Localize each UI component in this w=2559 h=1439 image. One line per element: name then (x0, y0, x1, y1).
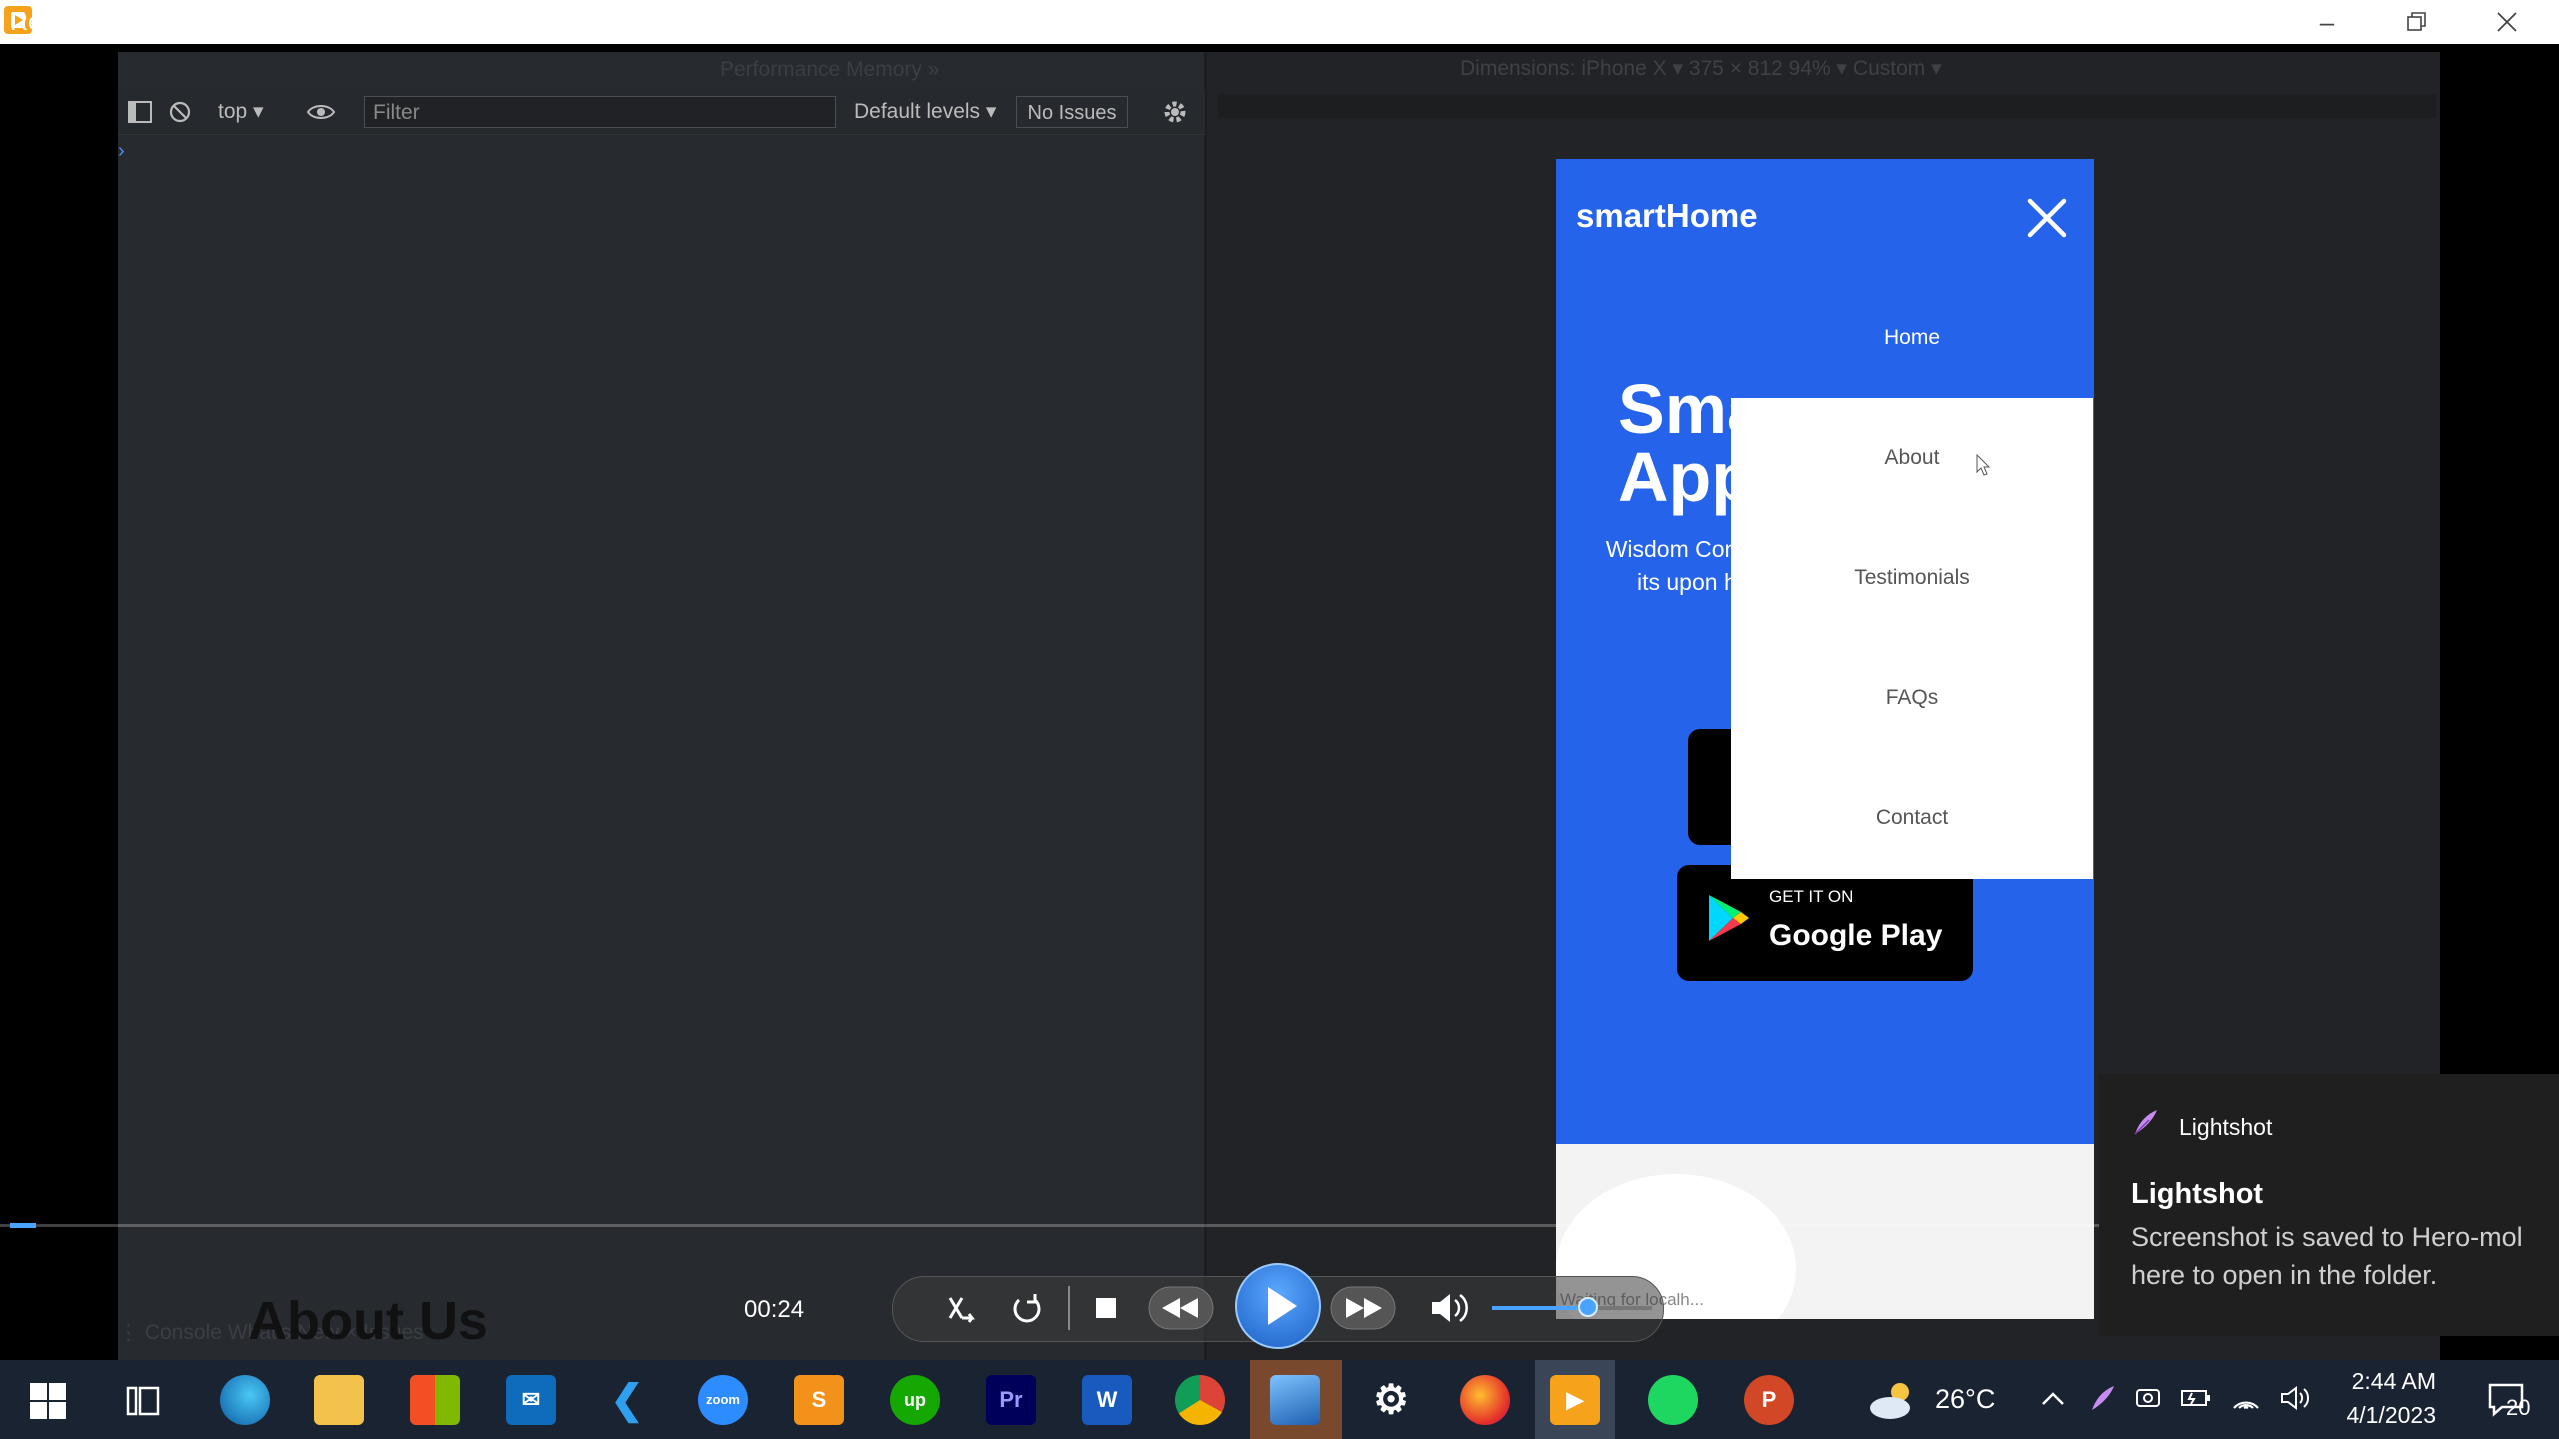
start-windows-icon[interactable] (28, 1381, 68, 1421)
close-menu-icon[interactable] (2026, 197, 2068, 239)
play-button[interactable] (1235, 1263, 1321, 1349)
console-prompt[interactable]: › (118, 140, 125, 163)
media-player-icon[interactable]: ▶ (1550, 1375, 1600, 1425)
firefox-icon[interactable] (1460, 1375, 1510, 1425)
nav-item-home[interactable]: Home (1731, 278, 2093, 398)
nav-item-contact[interactable]: Contact (1731, 758, 2093, 878)
devtools-faded-tabs: Performance Memory » (720, 58, 940, 81)
clear-console-icon[interactable] (168, 100, 192, 124)
console-settings-gear-icon[interactable] (1162, 99, 1188, 125)
smarthome-logo[interactable]: smartHome (1576, 197, 1758, 235)
spotify-icon[interactable] (1648, 1375, 1698, 1425)
mail-icon[interactable]: ✉ (506, 1375, 556, 1425)
file-explorer-icon[interactable] (314, 1375, 364, 1425)
close-icon (2497, 12, 2517, 32)
sidebar-toggle-icon[interactable] (128, 101, 152, 123)
rewind-icon[interactable] (1148, 1286, 1214, 1330)
eye-icon[interactable] (306, 100, 336, 124)
lightshot-tray-icon[interactable] (2088, 1384, 2116, 1412)
speaker-icon[interactable] (2278, 1384, 2310, 1412)
nav-item-faqs[interactable]: FAQs (1731, 638, 2093, 758)
nav-item-testimonials[interactable]: Testimonials (1731, 518, 2093, 638)
google-play-button[interactable]: GET IT ON Google Play (1677, 865, 1973, 981)
clock-time[interactable]: 2:44 AM (2340, 1368, 2436, 1395)
device-ruler (1218, 94, 2436, 118)
shuffle-icon[interactable] (940, 1286, 988, 1330)
fullscreen-icon[interactable] (2527, 8, 2549, 30)
issues-counter[interactable]: No Issues (1016, 96, 1128, 128)
minimize-button[interactable]: – (2282, 0, 2372, 44)
weather-temperature[interactable]: 26°C (1935, 1384, 1995, 1415)
google-play-small-label: GET IT ON (1769, 887, 1854, 906)
word-icon[interactable]: W (1082, 1375, 1132, 1425)
context-selector[interactable]: top ▾ (218, 99, 264, 124)
camera-tray-icon[interactable] (2134, 1384, 2162, 1412)
toast-body: Screenshot is saved to Hero-mol here to … (2131, 1218, 2559, 1294)
weather-cloud-icon[interactable] (1866, 1378, 1920, 1422)
nav-dropdown-menu: Home About Testimonials FAQs Contact (1731, 278, 2093, 879)
chrome-icon[interactable] (1175, 1375, 1225, 1425)
powerpoint-icon[interactable]: P (1744, 1375, 1794, 1425)
play-icon (1268, 1287, 1297, 1325)
lightshot-notification-toast[interactable]: Lightshot Lightshot Screenshot is saved … (2099, 1074, 2559, 1336)
video-title: Responsive SmartHome Website Using HTML … (10, 8, 754, 36)
volume-icon[interactable] (1424, 1286, 1472, 1330)
fast-forward-icon[interactable] (1330, 1286, 1396, 1330)
zoom-icon[interactable]: zoom (698, 1375, 748, 1425)
volume-slider-thumb[interactable] (1578, 1297, 1598, 1317)
repeat-icon[interactable] (1003, 1286, 1051, 1330)
playback-time: 00:24 (744, 1296, 805, 1323)
default-levels-dropdown[interactable]: Default levels ▾ (854, 99, 996, 124)
devtools-console-panel (118, 52, 1205, 1362)
device-toolbar: Dimensions: iPhone X ▾ 375 × 812 94% ▾ C… (1460, 57, 1942, 80)
clock-date[interactable]: 4/1/2023 (2336, 1402, 2436, 1429)
console-filter-input[interactable]: Filter (364, 96, 836, 128)
restore-icon (2407, 12, 2426, 31)
restore-button[interactable] (2372, 0, 2462, 44)
toast-body-line2: here to open in the folder. (2131, 1260, 2438, 1290)
seek-progress (10, 1223, 36, 1228)
toast-body-line1: Screenshot is saved to Hero-mol (2131, 1222, 2523, 1252)
mouse-cursor-icon (1976, 454, 1990, 476)
stop-icon[interactable] (1082, 1286, 1130, 1330)
battery-icon[interactable] (2180, 1386, 2212, 1410)
task-view-icon[interactable] (124, 1382, 162, 1420)
wifi-icon[interactable] (2230, 1384, 2262, 1412)
volume-level (1492, 1306, 1588, 1310)
toast-title: Lightshot (2131, 1178, 2264, 1210)
nav-item-about[interactable]: About (1731, 398, 2093, 518)
vscode-icon[interactable]: ❮ (602, 1375, 652, 1425)
chevron-up-icon[interactable] (2040, 1388, 2066, 1410)
settings-gear-icon[interactable]: ⚙ (1366, 1375, 1416, 1425)
control-divider (1068, 1286, 1070, 1330)
toast-app-name: Lightshot (2179, 1114, 2273, 1140)
edge-icon[interactable] (220, 1375, 270, 1425)
upwork-icon[interactable]: up (890, 1375, 940, 1425)
premiere-pro-icon[interactable]: Pr (986, 1375, 1036, 1425)
notification-center-button[interactable]: 20 (2484, 1379, 2536, 1423)
google-play-name: Google Play (1769, 919, 1943, 952)
notification-count: 20 (2506, 1395, 2531, 1420)
photos-icon[interactable] (1270, 1375, 1320, 1425)
microsoft-store-icon[interactable] (410, 1375, 460, 1425)
sublime-text-icon[interactable]: S (794, 1375, 844, 1425)
about-heading: About Us (248, 1291, 488, 1351)
google-play-icon (1709, 895, 1749, 941)
feather-icon (2134, 1110, 2157, 1135)
